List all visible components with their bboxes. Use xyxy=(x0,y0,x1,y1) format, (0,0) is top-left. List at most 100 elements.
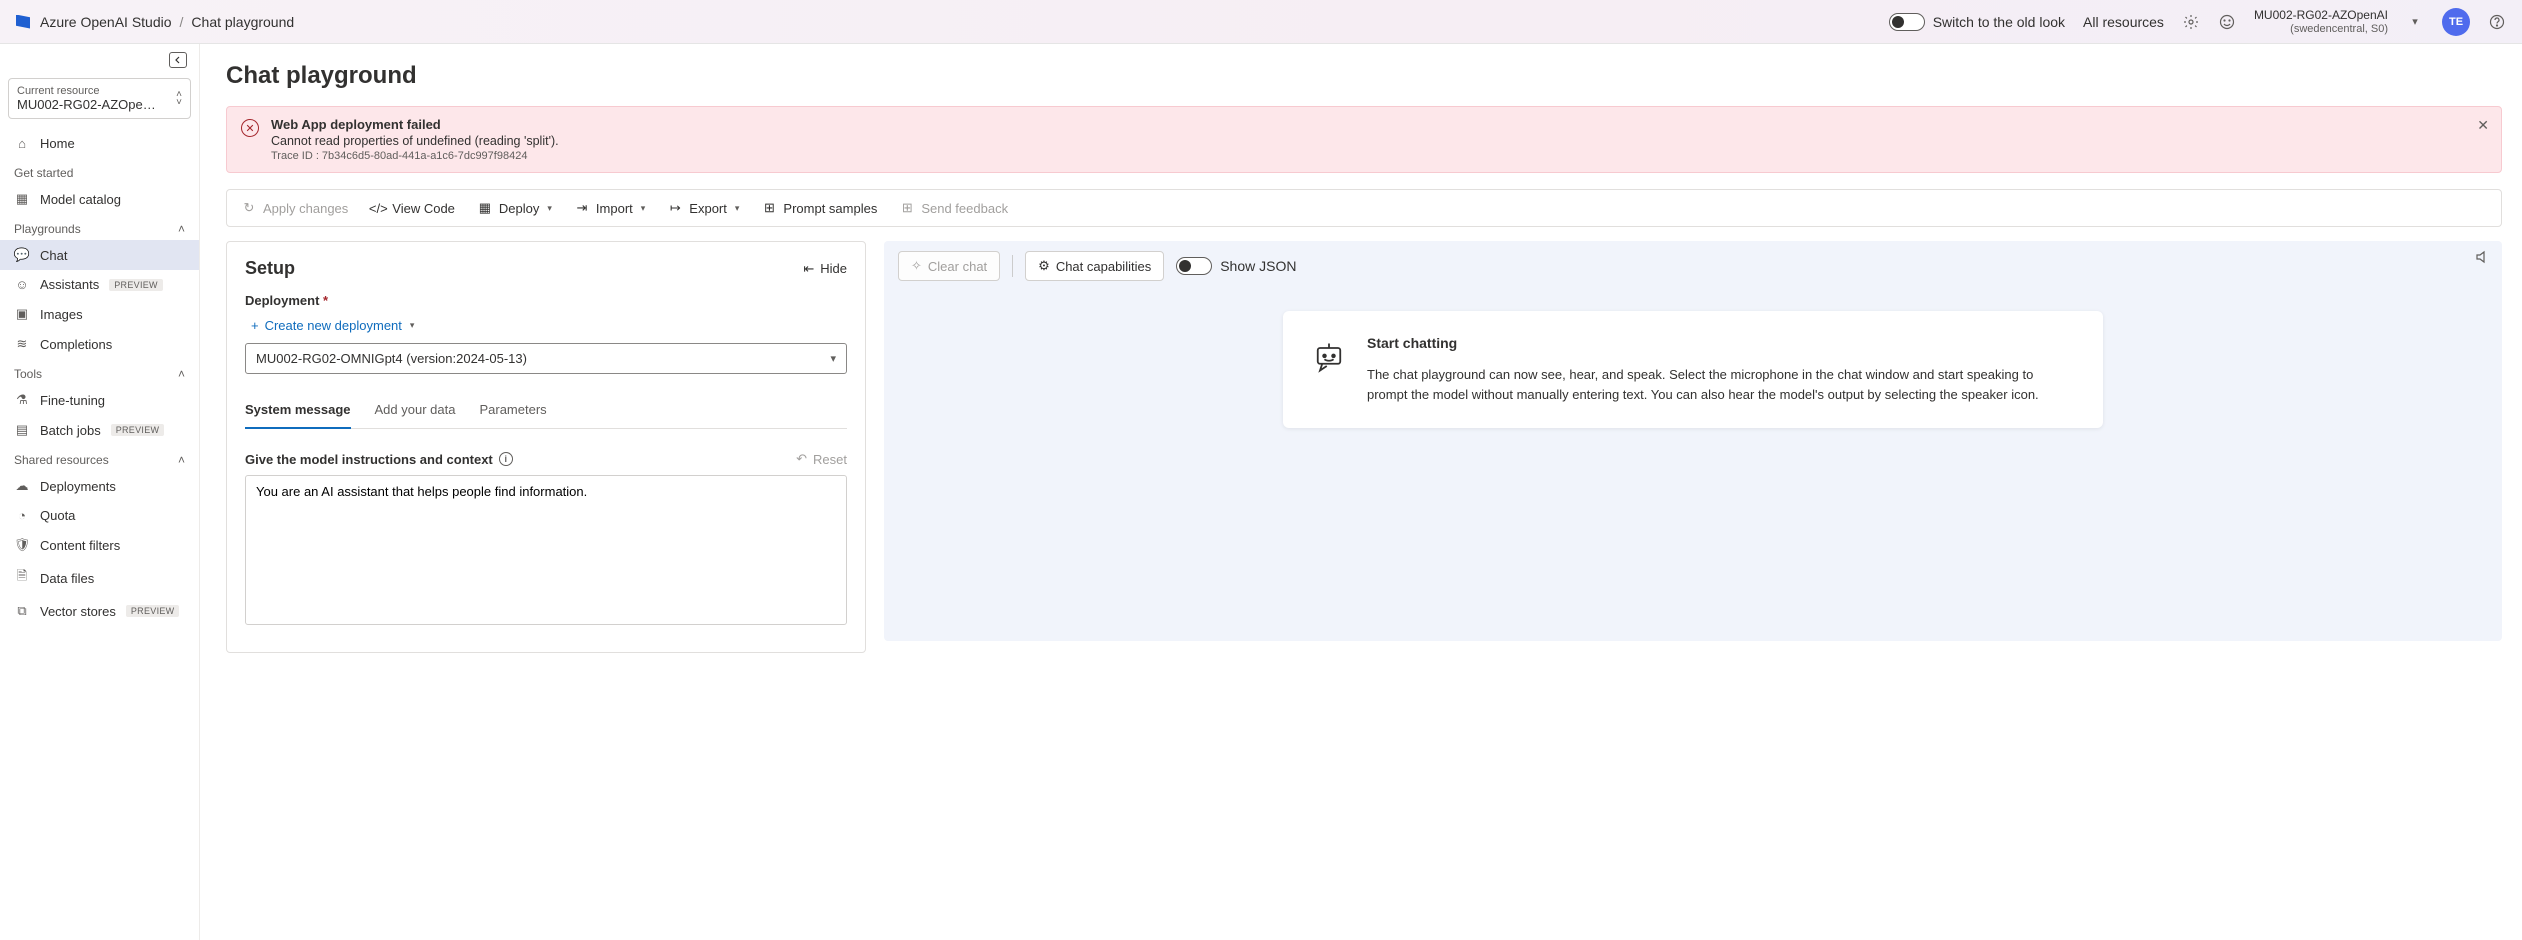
chat-capabilities-button[interactable]: ⚙Chat capabilities xyxy=(1025,251,1164,281)
main-content: Chat playground ✕ Web App deployment fai… xyxy=(200,44,2522,940)
setup-heading: Setup xyxy=(245,258,295,279)
chevron-up-icon: ˄ xyxy=(178,222,185,236)
deployment-value: MU002-RG02-OMNIGpt4 (version:2024-05-13) xyxy=(256,351,527,366)
breadcrumb-root[interactable]: Azure OpenAI Studio xyxy=(40,14,172,30)
chevron-down-icon[interactable]: ▾ xyxy=(2406,13,2424,31)
resource-picker-value: MU002-RG02-AZOpen... xyxy=(17,97,157,112)
close-icon[interactable]: ✕ xyxy=(2477,117,2489,134)
error-trace: Trace ID : 7b34c6d5-80ad-441a-a1c6-7dc99… xyxy=(271,150,559,162)
feedback-icon: ⊞ xyxy=(899,200,915,216)
divider xyxy=(1012,255,1013,277)
sidebar-item-fine-tuning[interactable]: ⚗Fine-tuning xyxy=(0,385,199,415)
top-bar: Azure OpenAI Studio / Chat playground Sw… xyxy=(0,0,2522,44)
deploy-button[interactable]: ▦Deploy▾ xyxy=(467,194,562,222)
error-message: Cannot read properties of undefined (rea… xyxy=(271,134,559,148)
chevron-down-icon: ▾ xyxy=(735,203,740,214)
samples-icon: ⊞ xyxy=(761,200,777,216)
clear-chat-button: ✧Clear chat xyxy=(898,251,1000,281)
setup-tabs: System message Add your data Parameters xyxy=(245,394,847,429)
gear-icon: ⚙ xyxy=(1038,258,1050,274)
view-code-button[interactable]: </>View Code xyxy=(360,194,465,222)
create-deployment-link[interactable]: +Create new deployment▾ xyxy=(245,314,847,343)
start-chat-body: The chat playground can now see, hear, a… xyxy=(1367,365,2075,404)
speaker-icon[interactable] xyxy=(2474,249,2490,265)
assistant-icon: ☺ xyxy=(14,277,30,292)
account-info[interactable]: MU002-RG02-AZOpenAI (swedencentral, S0) xyxy=(2254,8,2388,36)
tab-system-message[interactable]: System message xyxy=(245,394,351,429)
tab-add-data[interactable]: Add your data xyxy=(375,394,456,428)
action-toolbar: ↻Apply changes </>View Code ▦Deploy▾ ⇥Im… xyxy=(226,189,2502,227)
show-json-label: Show JSON xyxy=(1220,258,1296,274)
cloud-icon: ☁ xyxy=(14,478,30,494)
sidebar-item-model-catalog[interactable]: ▦Model catalog xyxy=(0,184,199,214)
grid-icon: ▦ xyxy=(477,200,493,216)
hide-icon: ⇤ xyxy=(803,261,814,277)
completions-icon: ≋ xyxy=(14,336,30,352)
hide-setup-button[interactable]: ⇤Hide xyxy=(803,261,847,277)
chat-panel: ✧Clear chat ⚙Chat capabilities Show JSON xyxy=(884,241,2502,641)
sidebar-section-tools[interactable]: Tools˄ xyxy=(0,359,199,385)
sidebar-item-data-files[interactable]: 🗎Data files xyxy=(0,560,199,596)
deployment-label: Deployment * xyxy=(245,293,847,308)
broom-icon: ✧ xyxy=(911,258,922,274)
images-icon: ▣ xyxy=(14,306,30,322)
sidebar-item-deployments[interactable]: ☁Deployments xyxy=(0,471,199,501)
sidebar-item-assistants[interactable]: ☺AssistantsPREVIEW xyxy=(0,270,199,299)
settings-icon[interactable] xyxy=(2182,13,2200,31)
reset-button: ↶Reset xyxy=(796,451,847,467)
chevron-up-icon: ˄ xyxy=(178,453,185,467)
error-icon: ✕ xyxy=(241,119,259,137)
old-look-label: Switch to the old look xyxy=(1933,14,2065,30)
preview-badge: PREVIEW xyxy=(126,605,180,617)
vector-icon: ⧉ xyxy=(14,603,30,619)
account-name: MU002-RG02-AZOpenAI xyxy=(2254,8,2388,22)
chevron-up-icon: ˄ xyxy=(178,367,185,381)
undo-icon: ↶ xyxy=(796,451,807,467)
sidebar: Current resource MU002-RG02-AZOpen... ˄˅… xyxy=(0,44,200,940)
prompt-samples-button[interactable]: ⊞Prompt samples xyxy=(751,194,887,222)
chevron-down-icon: ▾ xyxy=(830,352,836,365)
sidebar-section-get-started: Get started xyxy=(0,158,199,184)
avatar[interactable]: TE xyxy=(2442,8,2470,36)
chevron-updown-icon: ˄˅ xyxy=(176,91,182,107)
system-message-textarea[interactable] xyxy=(245,475,847,625)
feedback-face-icon[interactable] xyxy=(2218,13,2236,31)
preview-badge: PREVIEW xyxy=(111,424,165,436)
sync-icon: ↻ xyxy=(241,200,257,216)
apply-changes-button: ↻Apply changes xyxy=(231,194,358,222)
catalog-icon: ▦ xyxy=(14,191,30,207)
resource-picker[interactable]: Current resource MU002-RG02-AZOpen... ˄˅ xyxy=(8,78,191,119)
preview-badge: PREVIEW xyxy=(109,279,163,291)
import-button[interactable]: ⇥Import▾ xyxy=(564,194,655,222)
setup-panel: Setup ⇤Hide Deployment * +Create new dep… xyxy=(226,241,866,653)
sidebar-item-home[interactable]: ⌂Home xyxy=(0,129,199,158)
sidebar-collapse-button[interactable] xyxy=(169,52,187,68)
sidebar-section-shared[interactable]: Shared resources˄ xyxy=(0,445,199,471)
code-icon: </> xyxy=(370,200,386,216)
deployment-dropdown[interactable]: MU002-RG02-OMNIGpt4 (version:2024-05-13)… xyxy=(245,343,847,374)
old-look-toggle[interactable] xyxy=(1889,13,1925,31)
sidebar-item-vector-stores[interactable]: ⧉Vector storesPREVIEW xyxy=(0,596,199,626)
breadcrumb: Azure OpenAI Studio / Chat playground xyxy=(40,14,294,30)
show-json-toggle[interactable] xyxy=(1176,257,1212,275)
tab-parameters[interactable]: Parameters xyxy=(479,394,546,428)
send-feedback-button: ⊞Send feedback xyxy=(889,194,1018,222)
plus-icon: + xyxy=(251,318,259,333)
help-icon[interactable] xyxy=(2488,13,2506,31)
sidebar-item-content-filters[interactable]: 🛡Content filters xyxy=(0,530,199,560)
error-title: Web App deployment failed xyxy=(271,117,559,132)
sidebar-section-playgrounds[interactable]: Playgrounds˄ xyxy=(0,214,199,240)
bot-icon xyxy=(1311,339,1347,375)
page-title: Chat playground xyxy=(226,62,2502,90)
chevron-down-icon: ▾ xyxy=(641,203,646,214)
export-button[interactable]: ↦Export▾ xyxy=(657,194,749,222)
sidebar-item-completions[interactable]: ≋Completions xyxy=(0,329,199,359)
sidebar-item-chat[interactable]: 💬Chat xyxy=(0,240,199,270)
account-region: (swedencentral, S0) xyxy=(2254,22,2388,36)
sidebar-item-quota[interactable]: ◔Quota xyxy=(0,501,199,530)
all-resources-link[interactable]: All resources xyxy=(2083,14,2164,30)
info-icon[interactable]: i xyxy=(499,452,513,466)
sidebar-item-images[interactable]: ▣Images xyxy=(0,299,199,329)
sidebar-item-batch-jobs[interactable]: ▤Batch jobsPREVIEW xyxy=(0,415,199,445)
home-icon: ⌂ xyxy=(14,136,30,151)
